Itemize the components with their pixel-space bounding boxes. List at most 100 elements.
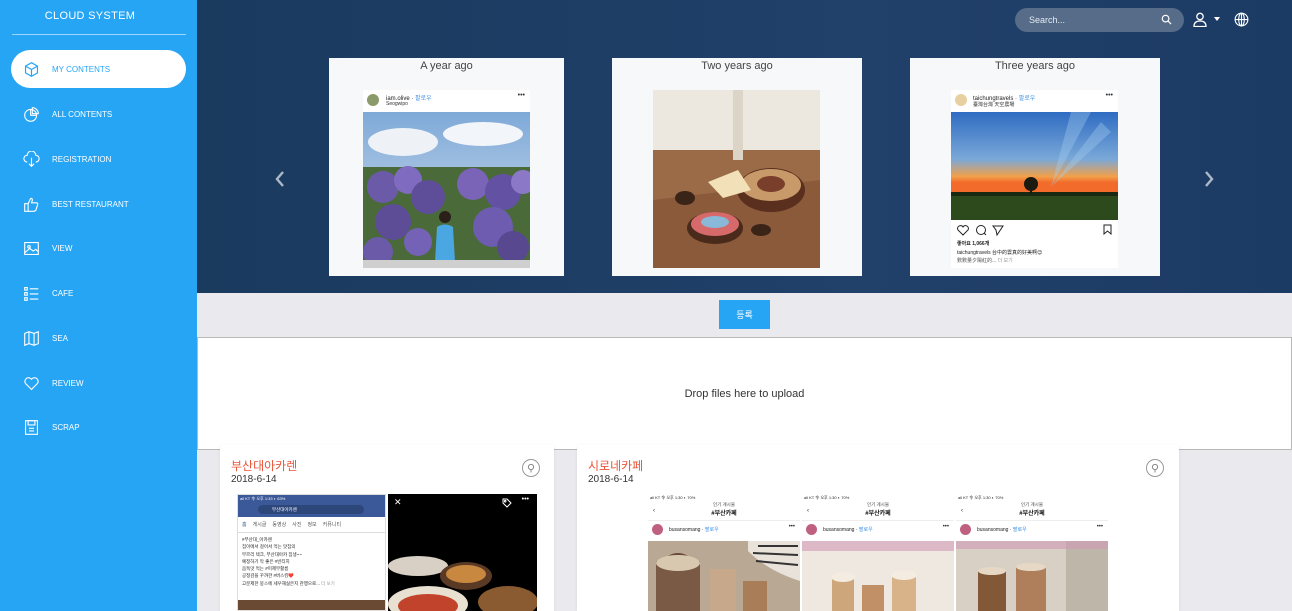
pie-chart-icon [21, 105, 41, 123]
nav-item-view[interactable]: VIEW [11, 229, 186, 267]
account-name: busansomang [823, 527, 855, 533]
back-icon[interactable]: ‹ [807, 508, 809, 514]
more-icon[interactable]: ••• [1097, 524, 1103, 530]
follow-link[interactable]: 팔로우 [1013, 527, 1027, 533]
post-title[interactable]: 시로네카페 [588, 457, 643, 474]
floppy-icon [21, 418, 41, 436]
avatar [955, 94, 967, 106]
account-name: busansomang [669, 527, 701, 533]
search-input[interactable] [1015, 15, 1155, 25]
nav-item-scrap[interactable]: SCRAP [11, 408, 186, 446]
avatar [652, 524, 663, 535]
content-card[interactable]: 시로네카페 2018-6-14 all KT 令 오후 1:30 ◐ 70% 인… [577, 445, 1179, 611]
memory-card[interactable]: Two years ago [612, 58, 862, 276]
map-icon [21, 329, 41, 347]
tag-icon[interactable] [502, 498, 512, 508]
nav-item-review[interactable]: REVIEW [11, 364, 186, 402]
nav-label: SEA [52, 333, 69, 343]
chevron-right-icon[interactable] [1203, 170, 1215, 188]
cafe-photo [956, 541, 1108, 611]
cloud-download-icon [21, 150, 41, 168]
brand-title: CLOUD SYSTEM [44, 10, 136, 22]
back-icon[interactable]: ‹ [653, 508, 655, 514]
memory-photo: taichungtravels · 팔로우 臺灣台灣 天空農場 ••• 좋아요 … [951, 90, 1118, 268]
flower-photo [363, 112, 530, 268]
post-screenshot: all KT 令 오후 1:30 ◐ 70% 인기 게시물 ‹ #부산카페 bus… [956, 494, 1108, 611]
cafe-photo [648, 541, 800, 611]
post-date: 2018-6-14 [588, 474, 634, 485]
dropzone-text: Drop files here to upload [684, 387, 805, 400]
more-icon[interactable]: ••• [1106, 92, 1113, 99]
nav-item-sea[interactable]: SEA [11, 319, 186, 357]
avatar [367, 94, 379, 106]
more-link[interactable]: 더 보기 [998, 258, 1013, 264]
heart-icon [21, 374, 41, 392]
food-photo [388, 556, 537, 611]
back-icon[interactable]: ‹ [961, 508, 963, 514]
search-box[interactable] [1015, 8, 1184, 32]
ig-hashtag: ‹ #부산카페 [956, 508, 1108, 517]
nav-label: REVIEW [52, 378, 84, 388]
follow-link[interactable]: 팔로우 [859, 527, 873, 533]
fb-tab[interactable]: 사진 [292, 521, 301, 528]
pin-icon[interactable] [522, 459, 540, 477]
pin-icon[interactable] [1146, 459, 1164, 477]
close-icon[interactable]: ✕ [394, 497, 402, 508]
chevron-down-icon[interactable] [1214, 17, 1220, 21]
fb-tab[interactable]: 커뮤니티 [323, 521, 341, 528]
fb-tab[interactable]: 동영상 [272, 521, 286, 528]
fb-tab[interactable]: 홈 [242, 521, 247, 528]
search-icon[interactable] [1161, 14, 1172, 25]
ig-hashtag: ‹ #부산카페 [648, 508, 800, 517]
nav-item-best-restaurant[interactable]: BEST RESTAURANT [11, 185, 186, 223]
follow-link[interactable]: 팔로우 [705, 527, 719, 533]
more-icon[interactable]: ••• [943, 524, 949, 530]
nav-item-cafe[interactable]: CAFE [11, 274, 186, 312]
avatar [960, 524, 971, 535]
more-icon[interactable]: ••• [518, 92, 525, 99]
post-screenshot: all KT 令 오후 1:30 ◐ 70% 인기 게시물 ‹ #부산카페 bus… [802, 494, 954, 611]
nav-item-my-contents[interactable]: MY CONTENTS [11, 50, 186, 88]
likes-count: 좋아요 1,066개 [957, 241, 990, 247]
globe-icon[interactable] [1234, 12, 1249, 27]
nav-item-registration[interactable]: REGISTRATION [11, 140, 186, 178]
more-icon[interactable]: ••• [789, 524, 795, 530]
avatar [806, 524, 817, 535]
nav-label: SCRAP [52, 422, 80, 432]
fb-line: 예정하기 막 좋은 #빈티지 [242, 558, 290, 564]
user-icon[interactable] [1193, 12, 1207, 27]
phone-status-bar: all KT 令 오후 1:33 ◐ 63% [238, 495, 385, 503]
ig-hashtag-label: #부산카페 [1019, 511, 1045, 517]
fb-line: 고분제한 뭉스에 세우해싫은지 관행으로... [242, 580, 320, 586]
content-card[interactable]: 부산대아카렌 2018-6-14 all KT 令 오후 1:33 ◐ 63% … [220, 445, 554, 611]
follow-link[interactable]: 팔로우 [1019, 96, 1036, 102]
memory-card[interactable]: Three years ago taichungtravels · 팔로우 臺灣… [910, 58, 1160, 276]
upload-dropzone[interactable]: Drop files here to upload [197, 337, 1292, 450]
fb-line: 음독맛 먹는 #미제무활름 [242, 566, 289, 572]
more-icon[interactable]: ••• [522, 496, 529, 503]
ig-account-row: busansomang · 팔로우 ••• [956, 520, 1108, 538]
register-button[interactable]: 등록 [719, 300, 770, 329]
action-icons[interactable] [957, 224, 1007, 236]
fb-tab[interactable]: 정보 [307, 521, 316, 528]
more-link[interactable]: 더 보기 [321, 581, 335, 586]
location-text: Seogwipo [386, 101, 408, 107]
follow-link[interactable]: 팔로우 [415, 96, 432, 102]
chevron-left-icon[interactable] [274, 170, 286, 188]
caption-text: taichungtravels 台中的雲真的好美啊😊 [957, 250, 1043, 256]
fb-header: 부산대아카렌 [238, 503, 385, 517]
memory-photo: iam.olive · 팔로우 Seogwipo ••• [363, 90, 530, 268]
fb-tab[interactable]: 게시글 [253, 521, 267, 528]
cafe-photo [802, 541, 954, 611]
sunset-photo [951, 112, 1118, 220]
bookmark-icon[interactable] [1103, 224, 1112, 235]
memory-card[interactable]: A year ago iam.olive · 팔로우 Seogwipo ••• [329, 58, 564, 276]
nav-item-all-contents[interactable]: ALL CONTENTS [11, 95, 186, 133]
ig-account-row: busansomang · 팔로우 ••• [648, 520, 800, 538]
food-photo [653, 90, 820, 268]
food-strip [238, 600, 385, 610]
memories-banner: A year ago iam.olive · 팔로우 Seogwipo ••• [197, 0, 1292, 293]
phone-status-bar: all KT 令 오후 1:30 ◐ 70% [958, 495, 1004, 500]
post-title[interactable]: 부산대아카렌 [231, 457, 297, 474]
account-name: busansomang [977, 527, 1009, 533]
